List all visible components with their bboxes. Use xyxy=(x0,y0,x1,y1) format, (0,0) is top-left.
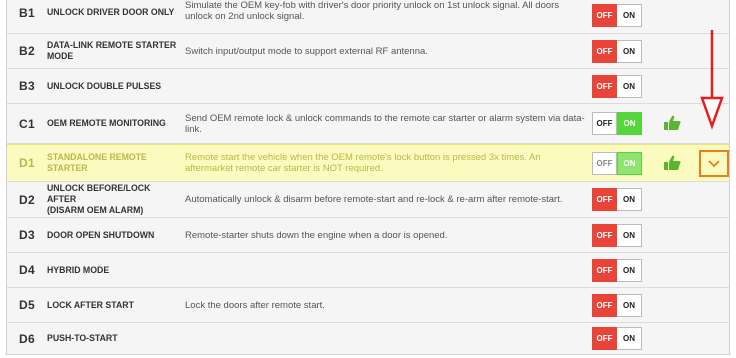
row-code: B3 xyxy=(19,79,35,93)
row-description: Remote-starter shuts down the engine whe… xyxy=(185,229,448,241)
row-name: UNLOCK DRIVER DOOR ONLY xyxy=(47,7,175,18)
off-button[interactable]: OFF xyxy=(592,40,617,63)
off-button[interactable]: OFF xyxy=(592,4,617,27)
on-button[interactable]: ON xyxy=(617,40,642,63)
on-button[interactable]: ON xyxy=(617,259,642,282)
row-description: Simulate the OEM key-fob with driver's d… xyxy=(185,0,560,22)
row-description: Automatically unlock & disarm before rem… xyxy=(185,194,563,205)
table-row: D3 DOOR OPEN SHUTDOWN Remote-starter shu… xyxy=(7,218,729,253)
table-row: D5 LOCK AFTER START Lock the doors after… xyxy=(7,288,729,323)
table-row-highlighted[interactable]: D1 STANDALONE REMOTE STARTER Remote star… xyxy=(7,144,729,182)
row-name: DATA-LINK REMOTE STARTER MODE xyxy=(47,40,177,62)
row-name: UNLOCK DOUBLE PULSES xyxy=(47,80,162,92)
row-description: Switch input/output mode to support exte… xyxy=(185,45,428,57)
off-button[interactable]: OFF xyxy=(592,327,617,350)
row-name: STANDALONE REMOTE STARTER xyxy=(47,152,147,174)
off-button[interactable]: OFF xyxy=(592,112,617,135)
on-button[interactable]: ON xyxy=(617,224,642,247)
off-on-toggle[interactable]: OFF ON xyxy=(592,152,642,175)
off-button[interactable]: OFF xyxy=(592,188,617,211)
red-arrow-down-icon xyxy=(700,30,724,130)
on-button[interactable]: ON xyxy=(617,4,642,27)
table-row: D6 PUSH-TO-START OFF ON xyxy=(7,323,729,354)
row-code: D4 xyxy=(19,263,35,277)
row-code: D1 xyxy=(19,156,35,170)
table-row: B2 DATA-LINK REMOTE STARTER MODE Switch … xyxy=(7,34,729,69)
row-name: HYBRID MODE xyxy=(47,264,110,276)
off-on-toggle[interactable]: OFF ON xyxy=(592,327,642,350)
row-name: LOCK AFTER START xyxy=(47,299,134,311)
row-name: PUSH-TO-START xyxy=(47,333,118,344)
on-button[interactable]: ON xyxy=(617,294,642,317)
row-name: UNLOCK BEFORE/LOCK AFTER (DISARM OEM ALA… xyxy=(47,183,151,216)
off-button[interactable]: OFF xyxy=(592,294,617,317)
table-row: D2 UNLOCK BEFORE/LOCK AFTER (DISARM OEM … xyxy=(7,182,729,218)
off-on-toggle[interactable]: OFF ON xyxy=(592,40,642,63)
off-on-toggle[interactable]: OFF ON xyxy=(592,4,642,27)
on-button[interactable]: ON xyxy=(617,112,642,135)
off-on-toggle[interactable]: OFF ON xyxy=(592,75,642,98)
row-name: OEM REMOTE MONITORING xyxy=(47,118,166,129)
off-on-toggle[interactable]: OFF ON xyxy=(592,259,642,282)
row-code: D5 xyxy=(19,298,35,312)
table-row: C1 OEM REMOTE MONITORING Send OEM remote… xyxy=(7,104,729,144)
on-button[interactable]: ON xyxy=(617,152,642,175)
off-button[interactable]: OFF xyxy=(592,75,617,98)
chevron-down-icon xyxy=(708,159,720,167)
row-code: C1 xyxy=(19,116,35,131)
settings-table: B1 UNLOCK DRIVER DOOR ONLY Simulate the … xyxy=(6,0,730,355)
on-button[interactable]: ON xyxy=(617,188,642,211)
row-code: B1 xyxy=(19,5,35,20)
row-description xyxy=(185,323,585,354)
row-description: Send OEM remote lock & unlock commands t… xyxy=(185,112,585,135)
row-description xyxy=(185,69,585,103)
row-code: D3 xyxy=(19,228,35,242)
off-button[interactable]: OFF xyxy=(592,152,617,175)
off-button[interactable]: OFF xyxy=(592,224,617,247)
table-row: B3 UNLOCK DOUBLE PULSES OFF ON xyxy=(7,69,729,104)
row-code: D6 xyxy=(19,331,35,346)
row-name: DOOR OPEN SHUTDOWN xyxy=(47,229,155,241)
on-button[interactable]: ON xyxy=(617,327,642,350)
off-on-toggle[interactable]: OFF ON xyxy=(592,112,642,135)
row-description xyxy=(185,253,585,287)
expand-button[interactable] xyxy=(699,150,729,177)
row-code: D2 xyxy=(19,192,35,207)
off-button[interactable]: OFF xyxy=(592,259,617,282)
row-description: Remote start the vehicle when the OEM re… xyxy=(185,152,541,174)
row-code: B2 xyxy=(19,44,35,58)
table-row: B1 UNLOCK DRIVER DOOR ONLY Simulate the … xyxy=(7,0,729,34)
thumbs-up-icon xyxy=(664,115,681,130)
on-button[interactable]: ON xyxy=(617,75,642,98)
table-row: D4 HYBRID MODE OFF ON xyxy=(7,253,729,288)
row-description: Lock the doors after remote start. xyxy=(185,299,325,311)
off-on-toggle[interactable]: OFF ON xyxy=(592,188,642,211)
off-on-toggle[interactable]: OFF ON xyxy=(592,224,642,247)
off-on-toggle[interactable]: OFF ON xyxy=(592,294,642,317)
thumbs-up-icon xyxy=(664,155,681,170)
